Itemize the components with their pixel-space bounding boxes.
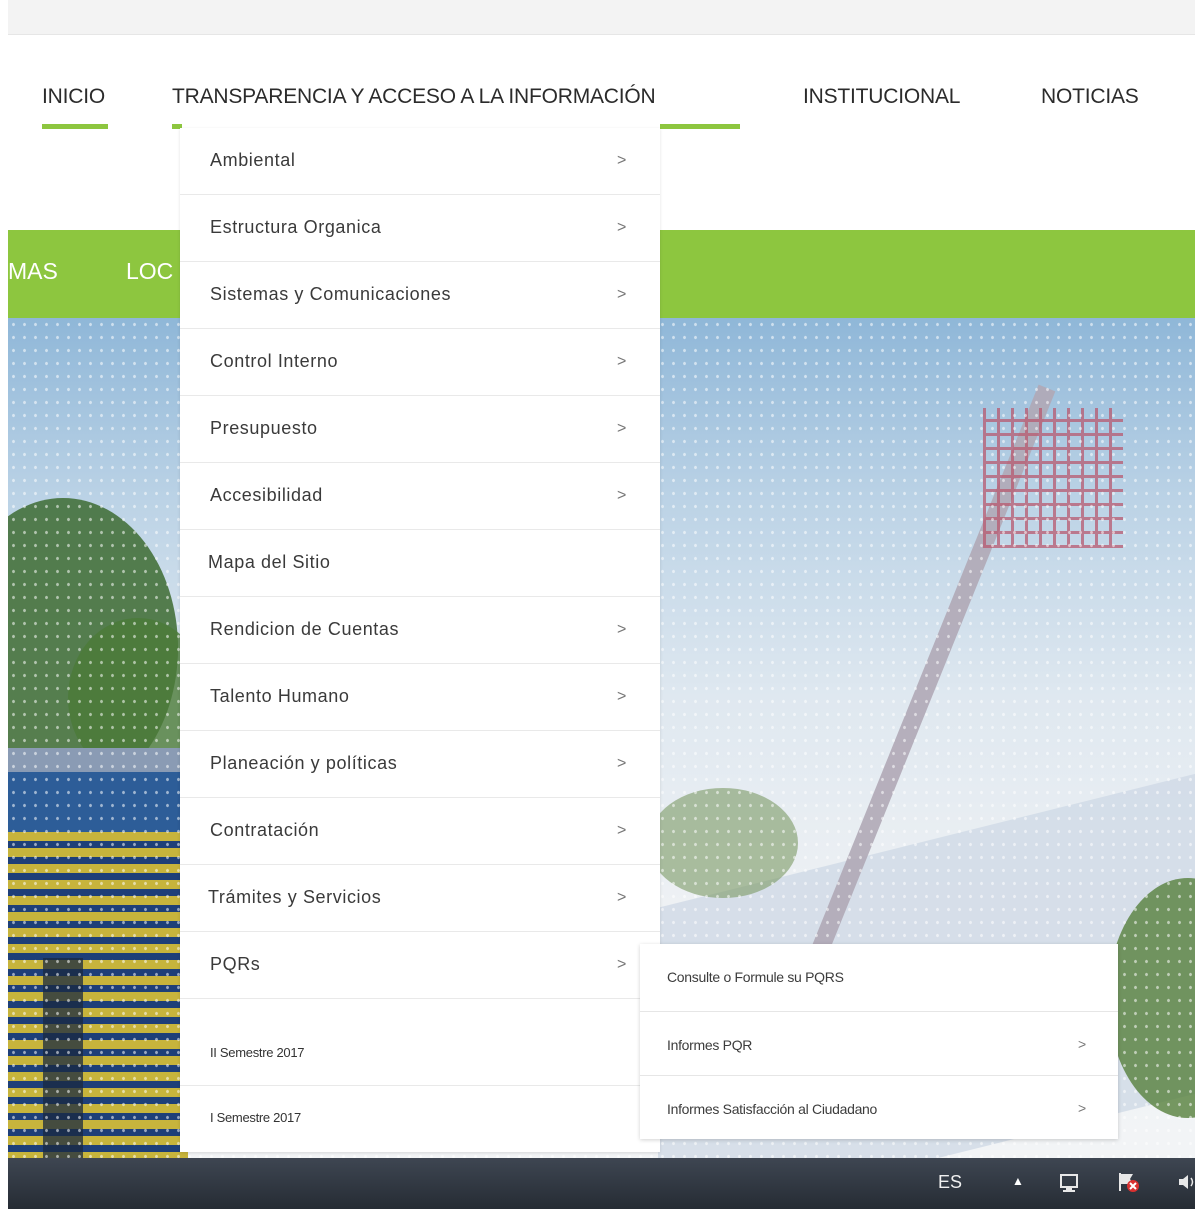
submenu-item-informes-pqr[interactable]: Informes PQR > <box>640 1012 1118 1076</box>
menu-item-contratacion[interactable]: Contratación > <box>180 798 660 865</box>
menu-item-planeacion-politicas[interactable]: Planeación y políticas > <box>180 731 660 798</box>
menu-item-label: Control Interno <box>210 351 339 371</box>
menu-item-label: Sistemas y Comunicaciones <box>210 284 452 304</box>
chevron-right-icon: > <box>617 755 627 772</box>
nav-underline-transparencia-right <box>660 124 740 129</box>
submenu-item-consulte-formule[interactable]: Consulte o Formule su PQRS <box>640 944 1118 1012</box>
menu-item-label: Trámites y Servicios <box>208 887 382 907</box>
submenu-item-label: Consulte o Formule su PQRS <box>667 969 844 985</box>
secondary-nav-item-mas[interactable]: MAS <box>8 258 58 285</box>
chevron-right-icon: > <box>1078 1036 1087 1052</box>
nav-item-inicio[interactable]: INICIO <box>42 85 105 109</box>
show-hidden-icons-arrow-icon[interactable]: ▲ <box>1012 1174 1024 1188</box>
menu-item-label: Planeación y políticas <box>210 753 398 773</box>
browser-top-strip <box>8 0 1195 35</box>
flag-error-icon[interactable] <box>1116 1171 1139 1193</box>
menu-item-label: Ambiental <box>210 150 296 170</box>
chevron-right-icon: > <box>617 286 627 303</box>
menu-item-accesibilidad[interactable]: Accesibilidad > <box>180 463 660 530</box>
menu-item-ii-semestre-2017[interactable]: II Semestre 2017 <box>180 999 660 1086</box>
menu-item-mapa-del-sitio[interactable]: Mapa del Sitio <box>180 530 660 597</box>
menu-item-sistemas-comunicaciones[interactable]: Sistemas y Comunicaciones > <box>180 262 660 329</box>
chevron-right-icon: > <box>617 487 627 504</box>
chevron-right-icon: > <box>617 889 627 906</box>
menu-item-i-semestre-2017[interactable]: I Semestre 2017 <box>180 1086 660 1152</box>
menu-item-tramites-servicios[interactable]: Trámites y Servicios > <box>180 865 660 932</box>
menu-item-rendicion-cuentas[interactable]: Rendicion de Cuentas > <box>180 597 660 664</box>
secondary-nav-item-loc[interactable]: LOC <box>126 258 173 285</box>
menu-item-label: Accesibilidad <box>210 485 323 505</box>
menu-item-pqrs[interactable]: PQRs > <box>180 932 660 999</box>
menu-item-ambiental[interactable]: Ambiental > <box>180 128 660 195</box>
chevron-right-icon: > <box>617 956 627 973</box>
nav-item-transparencia[interactable]: TRANSPARENCIA Y ACCESO A LA INFORMACIÓN <box>172 85 656 109</box>
menu-item-label: II Semestre 2017 <box>210 1045 305 1060</box>
transparencia-dropdown-menu: Ambiental > Estructura Organica > Sistem… <box>180 128 660 1152</box>
menu-item-control-interno[interactable]: Control Interno > <box>180 329 660 396</box>
pqrs-submenu: Consulte o Formule su PQRS Informes PQR … <box>640 944 1118 1139</box>
submenu-item-label: Informes PQR <box>667 1037 753 1053</box>
menu-item-label: Presupuesto <box>210 418 318 438</box>
nav-item-institucional[interactable]: INSTITUCIONAL <box>803 85 960 109</box>
menu-item-label: Rendicion de Cuentas <box>210 619 400 639</box>
menu-item-label: Estructura Organica <box>210 217 382 237</box>
chevron-right-icon: > <box>617 822 627 839</box>
menu-item-label: Mapa del Sitio <box>208 552 331 572</box>
menu-item-presupuesto[interactable]: Presupuesto > <box>180 396 660 463</box>
chevron-right-icon: > <box>617 621 627 638</box>
chevron-right-icon: > <box>617 219 627 236</box>
network-icon[interactable] <box>1058 1171 1080 1193</box>
menu-item-estructura-organica[interactable]: Estructura Organica > <box>180 195 660 262</box>
windows-taskbar: ES ▲ <box>8 1158 1195 1209</box>
language-indicator[interactable]: ES <box>938 1172 962 1193</box>
chevron-right-icon: > <box>617 688 627 705</box>
menu-item-label: Contratación <box>210 820 320 840</box>
speaker-icon[interactable] <box>1176 1171 1195 1193</box>
menu-item-label: I Semestre 2017 <box>210 1110 301 1125</box>
submenu-item-label: Informes Satisfacción al Ciudadano <box>667 1101 878 1117</box>
menu-item-talento-humano[interactable]: Talento Humano > <box>180 664 660 731</box>
chevron-right-icon: > <box>617 420 627 437</box>
nav-item-noticias[interactable]: NOTICIAS <box>1041 85 1139 109</box>
submenu-item-informes-satisfaccion[interactable]: Informes Satisfacción al Ciudadano > <box>640 1076 1118 1139</box>
menu-item-label: PQRs <box>210 954 261 974</box>
chevron-right-icon: > <box>617 353 627 370</box>
nav-active-underline-inicio <box>42 124 108 129</box>
chevron-right-icon: > <box>617 152 627 169</box>
chevron-right-icon: > <box>1078 1100 1087 1116</box>
menu-item-label: Talento Humano <box>210 686 350 706</box>
window-edge <box>0 0 8 1209</box>
